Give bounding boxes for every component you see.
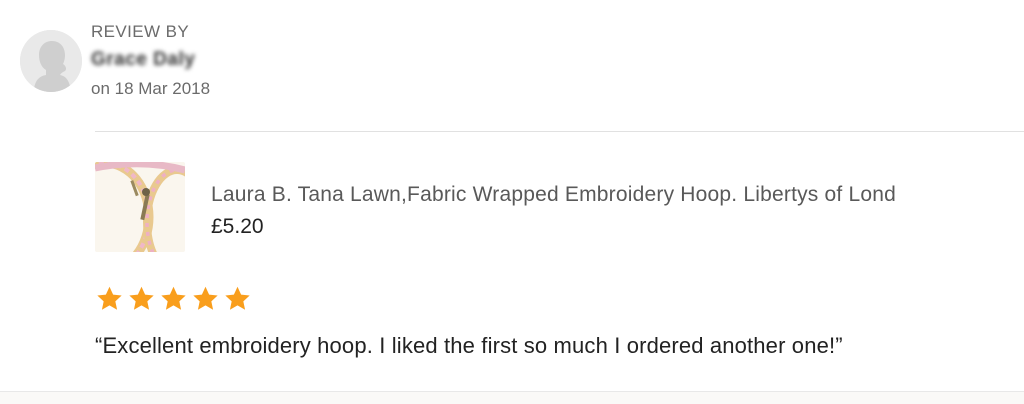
star-rating: [95, 285, 252, 313]
bottom-band: [0, 392, 1024, 404]
default-user-avatar-icon: [20, 30, 82, 92]
review-by-label: REVIEW BY: [91, 22, 190, 41]
star-icon: [127, 285, 156, 313]
product-title-link[interactable]: Laura B. Tana Lawn,Fabric Wrapped Embroi…: [211, 183, 1024, 207]
embroidery-hoop-image: [95, 162, 185, 252]
review-date: on 18 Mar 2018: [91, 79, 211, 98]
avatar[interactable]: [20, 30, 82, 92]
review-text: “Excellent embroidery hoop. I liked the …: [95, 333, 843, 358]
star-icon: [191, 285, 220, 313]
star-icon: [95, 285, 124, 313]
product-thumbnail[interactable]: [95, 162, 185, 252]
star-icon: [223, 285, 252, 313]
section-divider: [95, 131, 1024, 132]
product-price: £5.20: [211, 215, 264, 238]
reviewer-name[interactable]: Grace Daly: [91, 49, 195, 71]
star-icon: [159, 285, 188, 313]
review-card: REVIEW BY Grace Daly on 18 Mar 2018 Laur…: [0, 0, 1024, 404]
